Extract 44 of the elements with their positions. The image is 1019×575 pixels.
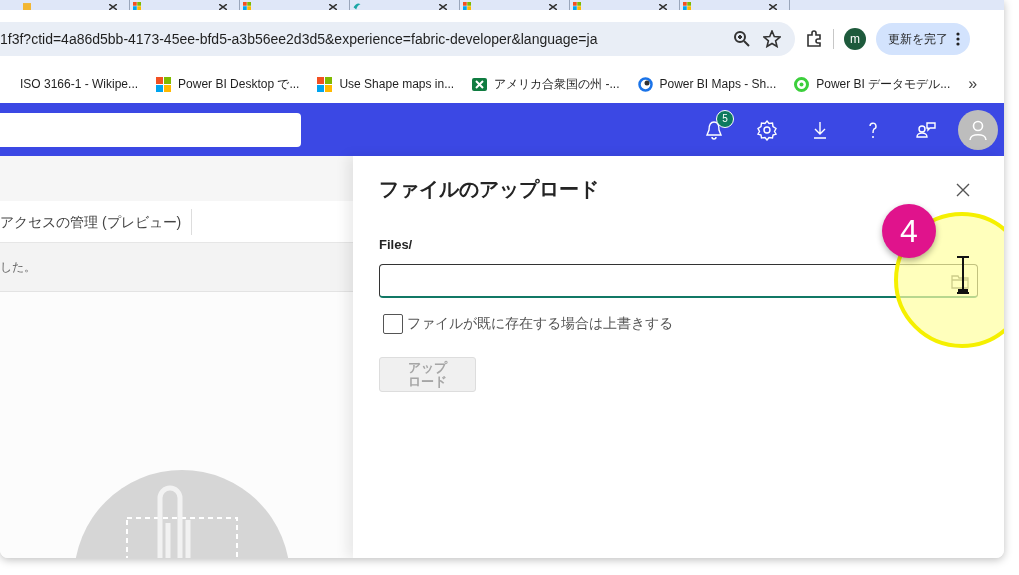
- overwrite-checkbox[interactable]: [383, 314, 403, 334]
- profile-avatar[interactable]: m: [844, 28, 866, 50]
- user-avatar[interactable]: [958, 109, 998, 150]
- microsoft-logo-icon: [156, 76, 172, 92]
- star-icon[interactable]: [763, 30, 781, 48]
- close-icon[interactable]: [549, 4, 557, 10]
- bookmark[interactable]: アメリカ合衆国の州 -...: [472, 75, 620, 93]
- bookmark[interactable]: Power BI Maps - Sh...: [637, 76, 777, 92]
- close-icon[interactable]: [329, 4, 337, 10]
- search-field[interactable]: [0, 112, 301, 147]
- bookmark[interactable]: Power BI Desktop で...: [156, 75, 300, 93]
- status-message: した。: [0, 258, 36, 276]
- bookmark[interactable]: ISO 3166-1 - Wikipe...: [20, 77, 139, 91]
- settings-icon[interactable]: [756, 118, 778, 141]
- microsoft-logo-icon: [130, 2, 144, 10]
- text-cursor-icon: [955, 256, 971, 294]
- more-icon: [956, 32, 960, 46]
- microsoft-logo-icon: [317, 76, 333, 92]
- manage-access-button[interactable]: アクセスの管理 (プレビュー): [0, 208, 193, 235]
- notification-badge: 5: [716, 109, 734, 128]
- bookmark[interactable]: Power BI データモデル...: [794, 75, 951, 93]
- person-icon: [967, 118, 989, 141]
- path-label: Files/: [379, 237, 414, 252]
- microsoft-logo-icon: [240, 2, 254, 10]
- zoom-icon[interactable]: [733, 30, 751, 48]
- close-icon[interactable]: [439, 4, 447, 10]
- microsoft-logo-icon: [460, 2, 474, 10]
- close-icon[interactable]: [956, 182, 970, 197]
- close-icon[interactable]: [659, 4, 667, 10]
- checkbox-label: ファイルが既に存在する場合は上書きする: [407, 315, 673, 333]
- spreadsheet-icon: [472, 76, 488, 92]
- puzzle-icon[interactable]: [805, 30, 823, 48]
- microsoft-logo-icon: [570, 2, 584, 10]
- address-bar[interactable]: 1f3f?ctid=4a86d5bb-4173-45ee-bfd5-a3b56ee2d3d5&experience=fabric-developer&language=ja: [0, 22, 795, 56]
- more-bookmarks-button[interactable]: »: [968, 75, 978, 93]
- close-icon[interactable]: [219, 4, 227, 10]
- microsoft-logo-icon: [680, 2, 694, 10]
- panel-title: ファイルのアップロード: [379, 177, 599, 202]
- update-button[interactable]: 更新を完了: [876, 23, 970, 55]
- close-icon[interactable]: [109, 4, 117, 10]
- bookmark[interactable]: Use Shape maps in...: [317, 76, 455, 92]
- close-icon[interactable]: [769, 4, 777, 10]
- folder-icon: [20, 2, 34, 10]
- ring-logo-icon: [794, 76, 810, 92]
